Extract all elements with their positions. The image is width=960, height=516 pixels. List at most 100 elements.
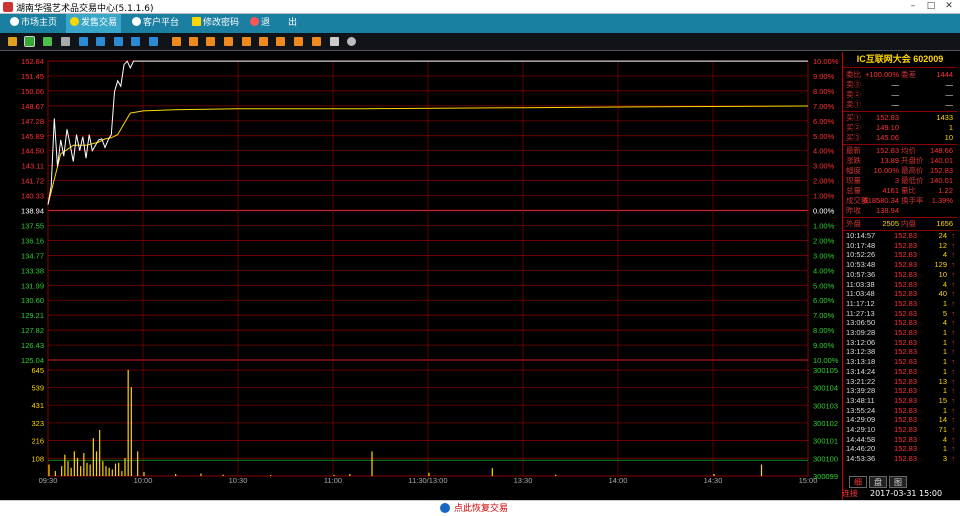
trade-tick-row: 13:21:22 152.83 13 ↑ [843,377,957,387]
stat-row: 涨跌 13.89 开盘价 140.01 [843,156,957,166]
row-value: 618580.34 [863,196,899,205]
row-value: +100.00% [865,70,899,79]
tab-0[interactable]: 细 [849,476,867,488]
trade-tick-row: 13:39:28 152.83 1 ↑ [843,386,957,396]
shortcut-2-icon[interactable] [189,37,198,46]
trade-tick-row: 13:14:24 152.83 1 ↑ [843,367,957,377]
pct-tick-label: 2.00% [813,177,835,186]
stat-row: 现量 3 最低价 140.01 [843,176,957,186]
tick-time: 13:12:38 [846,347,876,357]
webi-row: 委比 +100.00% 委差 1444 [843,70,957,80]
up-arrow-icon: ↑ [951,357,955,367]
price-tick-label: 150.06 [21,87,44,96]
row-label: 涨跌 [846,156,861,165]
row-label: 委比 [846,70,861,79]
pencil-icon[interactable] [330,37,339,46]
sell-row: 卖③ — — [843,80,957,90]
up-arrow-icon: ↑ [951,415,955,425]
tick-time: 10:53:48 [846,260,876,270]
buy-row: 买① 152.83 1433 [843,113,957,123]
trade-tick-row: 14:46:20 152.83 1 ↑ [843,444,957,454]
tick-volume: 1 [942,386,947,396]
right-volume-tick-label: 300104 [813,384,838,393]
shortcut-6-icon[interactable] [259,37,268,46]
volume-tick-label: 216 [31,437,44,446]
resume-trade-label: 点此恢复交易 [454,504,509,514]
row-label: 外盘 [846,219,861,228]
pct-tick-label: 3.00% [813,251,835,260]
tab-1[interactable]: 盘 [869,476,887,488]
trade-tick-row: 13:12:38 152.83 1 ↑ [843,347,957,357]
stat-row: 幅度 10.00% 最高价 152.83 [843,166,957,176]
tick-time: 13:55:24 [846,405,876,415]
gear-icon[interactable] [347,37,356,46]
price-tick-label: 144.50 [21,147,44,156]
row-value-2: 140.01 [930,156,953,165]
table-icon[interactable] [61,37,70,46]
tick-price: 152.83 [894,240,917,250]
up-arrow-icon: ↑ [951,337,955,347]
shortcut-9-icon[interactable] [312,37,321,46]
stat-row: 最新 152.83 均价 148.66 [843,146,957,156]
tick-price: 152.83 [894,337,917,347]
tick-volume: 4 [942,318,947,328]
price-tick-label: 138.94 [21,207,44,216]
row-value: 2505 [882,219,899,228]
list-icon[interactable] [79,37,88,46]
trade-tick-row: 11:27:13 152.83 5 ↑ [843,309,957,319]
grid-icon[interactable] [114,37,123,46]
menu-exit[interactable]: 退 出 [246,14,301,33]
tick-time: 13:48:11 [846,395,875,405]
time-tick-label: 14:00 [609,476,628,485]
menu-trade[interactable]: 发售交易 [66,14,122,33]
tick-volume: 129 [934,260,947,270]
time-tick-label: 14:30 [704,476,723,485]
bar-chart-icon[interactable] [8,37,17,46]
tick-price: 152.83 [894,395,917,405]
row-label: 买① [846,113,861,122]
tick-price: 152.83 [894,289,917,299]
line-chart-icon[interactable] [24,36,35,47]
buy-row: 买② 149.10 1 [843,123,957,133]
x-icon[interactable] [149,37,158,46]
row-label-2: 最低价 [901,176,924,185]
menu-market-home[interactable]: 市场主页 [6,14,61,33]
candlestick-icon[interactable] [43,37,52,46]
shortcut-1-icon[interactable] [172,37,181,46]
shortcut-7-icon[interactable] [276,37,285,46]
close-button[interactable]: ✕ [938,0,960,13]
right-volume-tick-label: 300101 [813,437,838,446]
coin-icon [70,17,79,26]
price-tick-label: 141.72 [21,177,44,186]
price-tick-label: 134.77 [21,251,44,260]
shortcut-5-icon[interactable] [242,37,251,46]
tab-2[interactable]: 图 [889,476,907,488]
row-label-2: 最高价 [901,166,924,175]
row-label: 最新 [846,146,861,155]
menu-bar: 市场主页 发售交易 客户平台 修改密码 退 出 [0,14,960,33]
tick-volume: 1 [942,366,947,376]
power-icon [250,17,259,26]
row-value: 152.83 [876,113,899,122]
shortcut-8-icon[interactable] [294,37,303,46]
shortcut-4-icon[interactable] [224,37,233,46]
menu-change-password[interactable]: 修改密码 [188,14,243,33]
page-icon[interactable] [131,37,140,46]
menu-client-platform[interactable]: 客户平台 [128,14,183,33]
shortcut-3-icon[interactable] [206,37,215,46]
row-label: 买③ [846,133,861,142]
resume-trade-button[interactable]: 点此恢复交易 [440,502,508,516]
row-value-2: — [945,80,954,89]
trade-tick-row: 13:12:06 152.83 1 ↑ [843,338,957,348]
tick-volume: 1 [942,328,947,337]
row-value: 145.06 [876,133,899,142]
tick-volume: 1 [942,347,947,357]
tick-price: 152.83 [894,347,917,357]
volume-tick-label: 108 [31,454,44,463]
window-icon[interactable] [96,37,105,46]
tick-volume: 24 [938,231,947,240]
tick-time: 10:52:26 [846,250,876,260]
time-tick-label: 10:30 [229,476,248,485]
intraday-chart[interactable]: 152.84 10.00% 151.45 9.00% 150.06 8.00% 148.67… [0,52,842,500]
tick-price: 152.83 [894,425,917,434]
